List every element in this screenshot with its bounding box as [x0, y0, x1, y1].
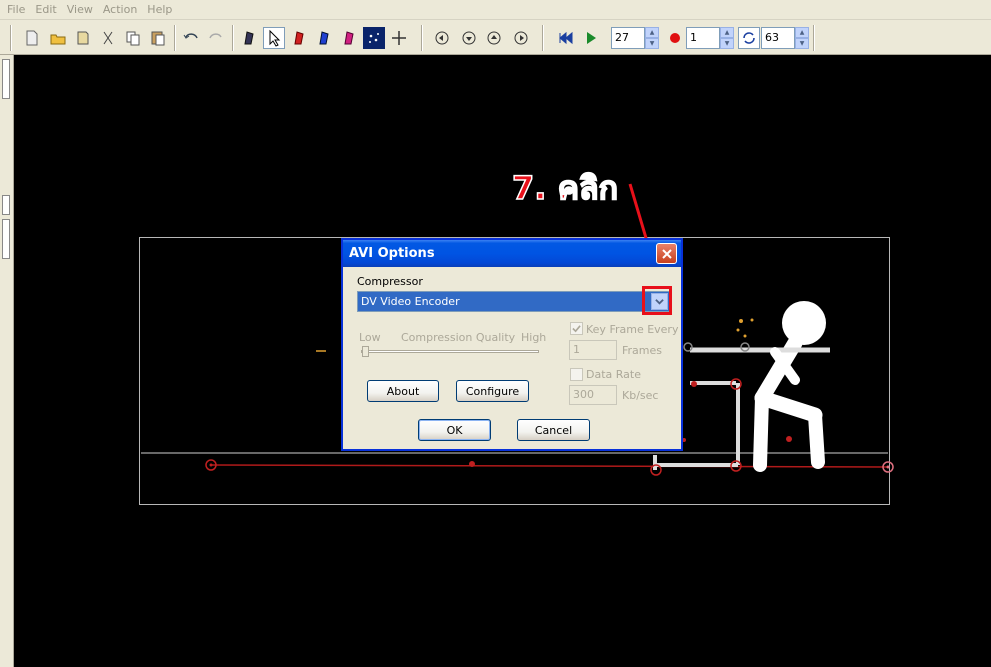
kbsec-label: Kb/sec: [622, 389, 659, 402]
data-rate-checkbox[interactable]: [570, 368, 583, 381]
configure-button[interactable]: Configure: [456, 380, 529, 402]
checkmark-icon: [572, 325, 581, 333]
about-button[interactable]: About: [367, 380, 439, 402]
quality-slider-thumb[interactable]: [362, 346, 369, 357]
quality-low-label: Low: [359, 331, 381, 344]
key-frame-label: Key Frame Every: [586, 323, 679, 336]
data-rate-label: Data Rate: [586, 368, 641, 381]
data-rate-field[interactable]: 300: [569, 385, 617, 405]
avi-options-dialog: AVI Options Compressor DV Video Encoder …: [342, 239, 682, 450]
frames-label: Frames: [622, 344, 663, 357]
compressor-label: Compressor: [357, 275, 423, 288]
cancel-button[interactable]: Cancel: [517, 419, 590, 441]
compressor-value: DV Video Encoder: [361, 295, 460, 308]
quality-slider-track[interactable]: [361, 350, 539, 353]
step-annotation: 7. คลิก: [511, 168, 618, 208]
close-button[interactable]: [656, 243, 677, 264]
quality-label: Compression Quality: [401, 331, 516, 344]
key-frame-field[interactable]: 1: [569, 340, 617, 360]
key-frame-checkbox[interactable]: [570, 322, 583, 335]
dialog-title: AVI Options: [349, 246, 435, 261]
highlight-box: [642, 286, 672, 315]
compressor-dropdown[interactable]: DV Video Encoder: [357, 291, 670, 312]
dialog-titlebar[interactable]: AVI Options: [343, 240, 681, 267]
ok-button[interactable]: OK: [418, 419, 491, 441]
pivot-animator-window: File Edit View Action Help 27 ▲ ▼ 1 ▲ ▼ …: [0, 0, 991, 667]
close-icon: [661, 248, 672, 259]
quality-high-label: High: [521, 331, 547, 344]
